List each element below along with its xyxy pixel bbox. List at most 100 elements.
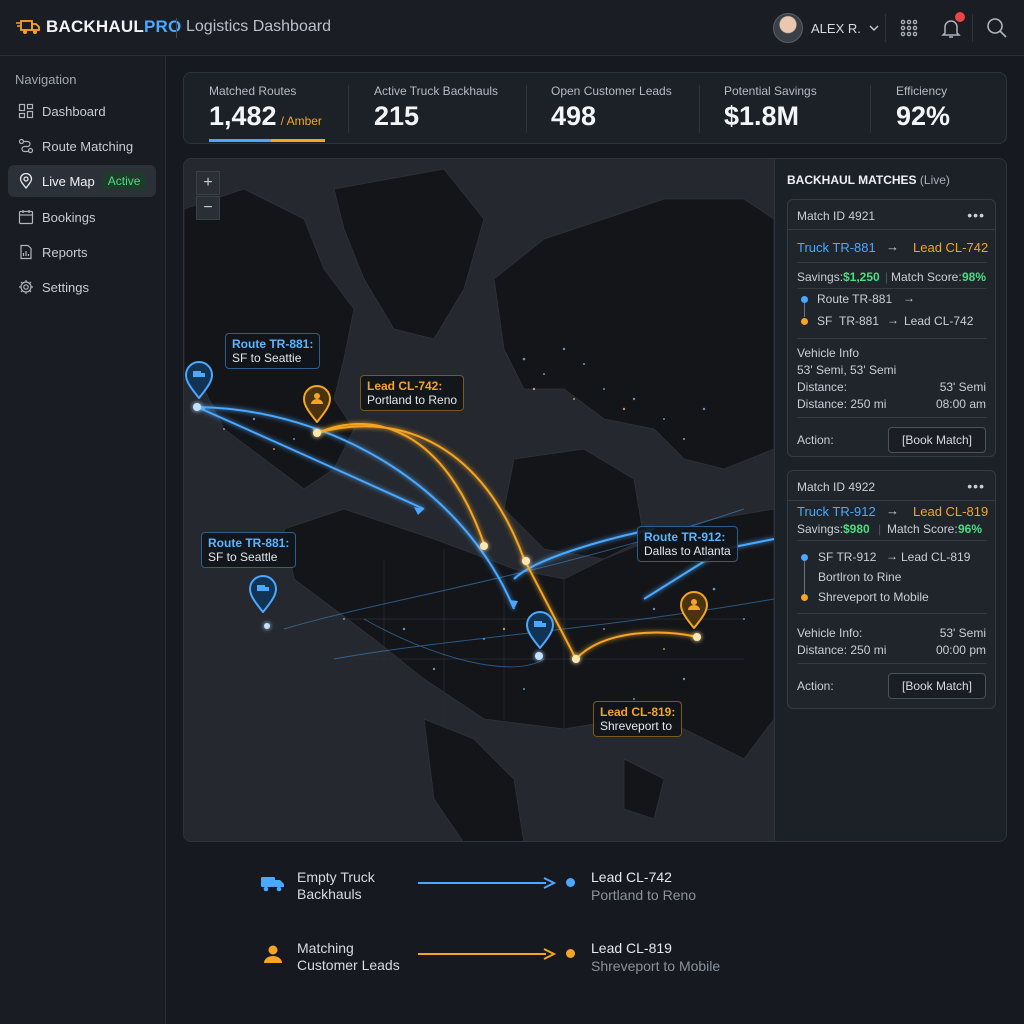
route-node — [264, 623, 270, 629]
map-label-lead-cl742[interactable]: Lead CL-742: Portland to Reno — [360, 375, 465, 411]
legend-arrow-icon — [418, 948, 557, 960]
notification-dot — [955, 12, 965, 22]
book-match-button[interactable]: [Book Match] — [888, 427, 986, 453]
avatar — [773, 13, 803, 43]
zoom-out-button[interactable]: − — [196, 196, 220, 220]
sidebar-item-settings[interactable]: Settings — [8, 271, 156, 303]
route-step: Lead CL-742 — [904, 314, 974, 328]
truck-logo-icon — [16, 20, 40, 34]
truck-pin-icon[interactable] — [248, 575, 278, 613]
panel-title-text: BACKHAUL MATCHES — [787, 173, 917, 187]
brand-name-part1: BACKHAUL — [46, 17, 144, 36]
brand-name: BACKHAULPRO — [46, 17, 181, 37]
map-label-title: Lead CL-819: — [600, 705, 676, 719]
separator: | — [885, 270, 889, 284]
book-match-button[interactable]: [Book Match] — [888, 673, 986, 699]
legend-line: Backhauls — [297, 886, 362, 902]
truck-icon — [261, 877, 284, 892]
lead-pin-icon[interactable] — [679, 591, 709, 629]
user-menu[interactable]: ALEX R. — [773, 13, 879, 43]
route-step: TR-881 — [839, 314, 880, 328]
truck-link[interactable]: Truck TR-912 — [797, 504, 876, 519]
page-title: Logistics Dashboard — [186, 18, 331, 35]
legend-label: Empty Truck Backhauls — [297, 869, 375, 903]
legend-dot — [566, 878, 575, 887]
truck-link[interactable]: Truck TR-881 — [797, 240, 876, 255]
stat-value: 215 — [374, 101, 420, 131]
stat-value: 92% — [896, 101, 951, 131]
route-step: SF — [817, 314, 833, 328]
lead-link[interactable]: Lead CL-742 — [913, 240, 988, 255]
sidebar-item-bookings[interactable]: Bookings — [8, 201, 156, 233]
stat-value: 1,482/ Amber — [209, 101, 322, 132]
map-label-title: Route TR-881: — [232, 337, 314, 351]
route-node — [522, 557, 530, 565]
apps-grid-icon[interactable] — [897, 16, 921, 40]
sidebar-item-live-map[interactable]: Live Map Active — [8, 165, 156, 197]
divider — [797, 613, 987, 614]
title-divider — [176, 18, 177, 38]
stat-label: Active Truck Backhauls — [374, 84, 499, 98]
stat-label: Matched Routes — [209, 84, 297, 98]
live-map[interactable]: + − Route TR-881: SF to Seattie Lead CL-… — [184, 159, 774, 841]
gear-icon — [19, 280, 33, 294]
route-step: Bortlron to Rine — [818, 570, 902, 584]
route-node — [480, 542, 488, 550]
route-step: Shreveport to Mobile — [818, 590, 929, 604]
divider — [797, 663, 987, 664]
lead-link[interactable]: Lead CL-819 — [913, 504, 988, 519]
map-label-route-tr881[interactable]: Route TR-881: SF to Seattie — [225, 333, 321, 369]
truck-pin-icon[interactable] — [525, 611, 555, 649]
route-node — [193, 403, 201, 411]
vehicle-info: 53' Semi, 53' Semi — [797, 363, 897, 377]
match-id: Match ID 4921 — [797, 209, 876, 223]
route-dot — [801, 554, 808, 561]
chevron-down-icon — [869, 25, 879, 31]
divider — [797, 540, 987, 541]
zoom-in-button[interactable]: + — [196, 171, 220, 195]
match-card[interactable]: Match ID 4922 ••• Truck TR-912 → Lead CL… — [787, 470, 996, 709]
map-label-route-tr881-south[interactable]: Route TR-881: SF to Seattle — [201, 532, 297, 568]
savings-value: $980 — [843, 522, 870, 536]
truck-pin-icon[interactable] — [184, 361, 214, 399]
legend-dot — [566, 949, 575, 958]
match-card[interactable]: Match ID 4921 ••• Truck TR-881 → Lead CL… — [787, 199, 996, 457]
score-label: Match Score: — [891, 270, 962, 284]
sidebar-item-dashboard[interactable]: Dashboard — [8, 95, 156, 127]
match-id: Match ID 4922 — [797, 480, 876, 494]
divider — [797, 338, 987, 339]
stat-value: 498 — [551, 101, 597, 131]
legend-lead: Lead CL-742 — [591, 869, 672, 885]
score-value: 96% — [958, 522, 983, 536]
legend-label: Matching Customer Leads — [297, 940, 400, 974]
map-label-lead-cl819[interactable]: Lead CL-819: Shreveport to — [593, 701, 683, 737]
route-icon — [18, 138, 34, 154]
more-options-icon[interactable]: ••• — [967, 478, 985, 494]
progress-bar-amber — [271, 139, 325, 142]
distance-label: Distance: — [797, 380, 848, 394]
stat-divider — [526, 85, 527, 133]
sidebar-item-label: Reports — [42, 244, 88, 260]
stat-label: Efficiency — [896, 84, 948, 98]
map-label-subtitle: Dallas to Atlanta — [644, 544, 731, 558]
lead-pin-icon[interactable] — [302, 385, 332, 423]
map-label-route-tr912[interactable]: Route TR-912: Dallas to Atlanta — [637, 526, 738, 562]
route-step: Lead CL-819 — [901, 550, 971, 564]
stats-bar: Matched Routes 1,482/ Amber Active Truck… — [183, 72, 1007, 144]
sidebar-item-reports[interactable]: Reports — [8, 236, 156, 268]
route-step: SF TR-912 — [818, 550, 877, 564]
divider — [797, 288, 987, 289]
legend-empty-trucks: Empty Truck Backhauls Lead CL-742 Portla… — [260, 868, 720, 908]
stat-number: 1,482 — [209, 101, 277, 131]
sidebar-item-route-matching[interactable]: Route Matching — [8, 130, 156, 162]
vehicle-value: 53' Semi — [939, 626, 986, 640]
backhaul-matches-panel: BACKHAUL MATCHES (Live) Match ID 4921 ••… — [774, 159, 1006, 841]
separator: | — [878, 522, 882, 536]
savings-value: $1,250 — [843, 270, 880, 284]
distance-value: 53' Semi — [939, 380, 986, 394]
search-icon[interactable] — [985, 16, 1009, 40]
brand-logo[interactable]: BACKHAULPRO — [16, 17, 181, 37]
more-options-icon[interactable]: ••• — [967, 207, 985, 223]
stat-divider — [870, 85, 871, 133]
map-label-subtitle: Portland to Reno — [367, 393, 458, 407]
